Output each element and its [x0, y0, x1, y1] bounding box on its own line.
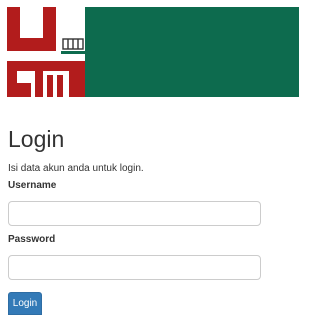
username-input[interactable] — [8, 201, 261, 226]
login-subtitle: Isi data akun anda untuk login. — [8, 163, 144, 174]
password-input[interactable] — [8, 255, 261, 280]
password-label: Password — [8, 234, 56, 245]
login-title: Login — [8, 126, 65, 152]
login-button[interactable]: Login — [8, 292, 42, 315]
header-banner — [7, 7, 299, 97]
username-label: Username — [8, 180, 57, 191]
university-logo-icon — [7, 7, 85, 97]
